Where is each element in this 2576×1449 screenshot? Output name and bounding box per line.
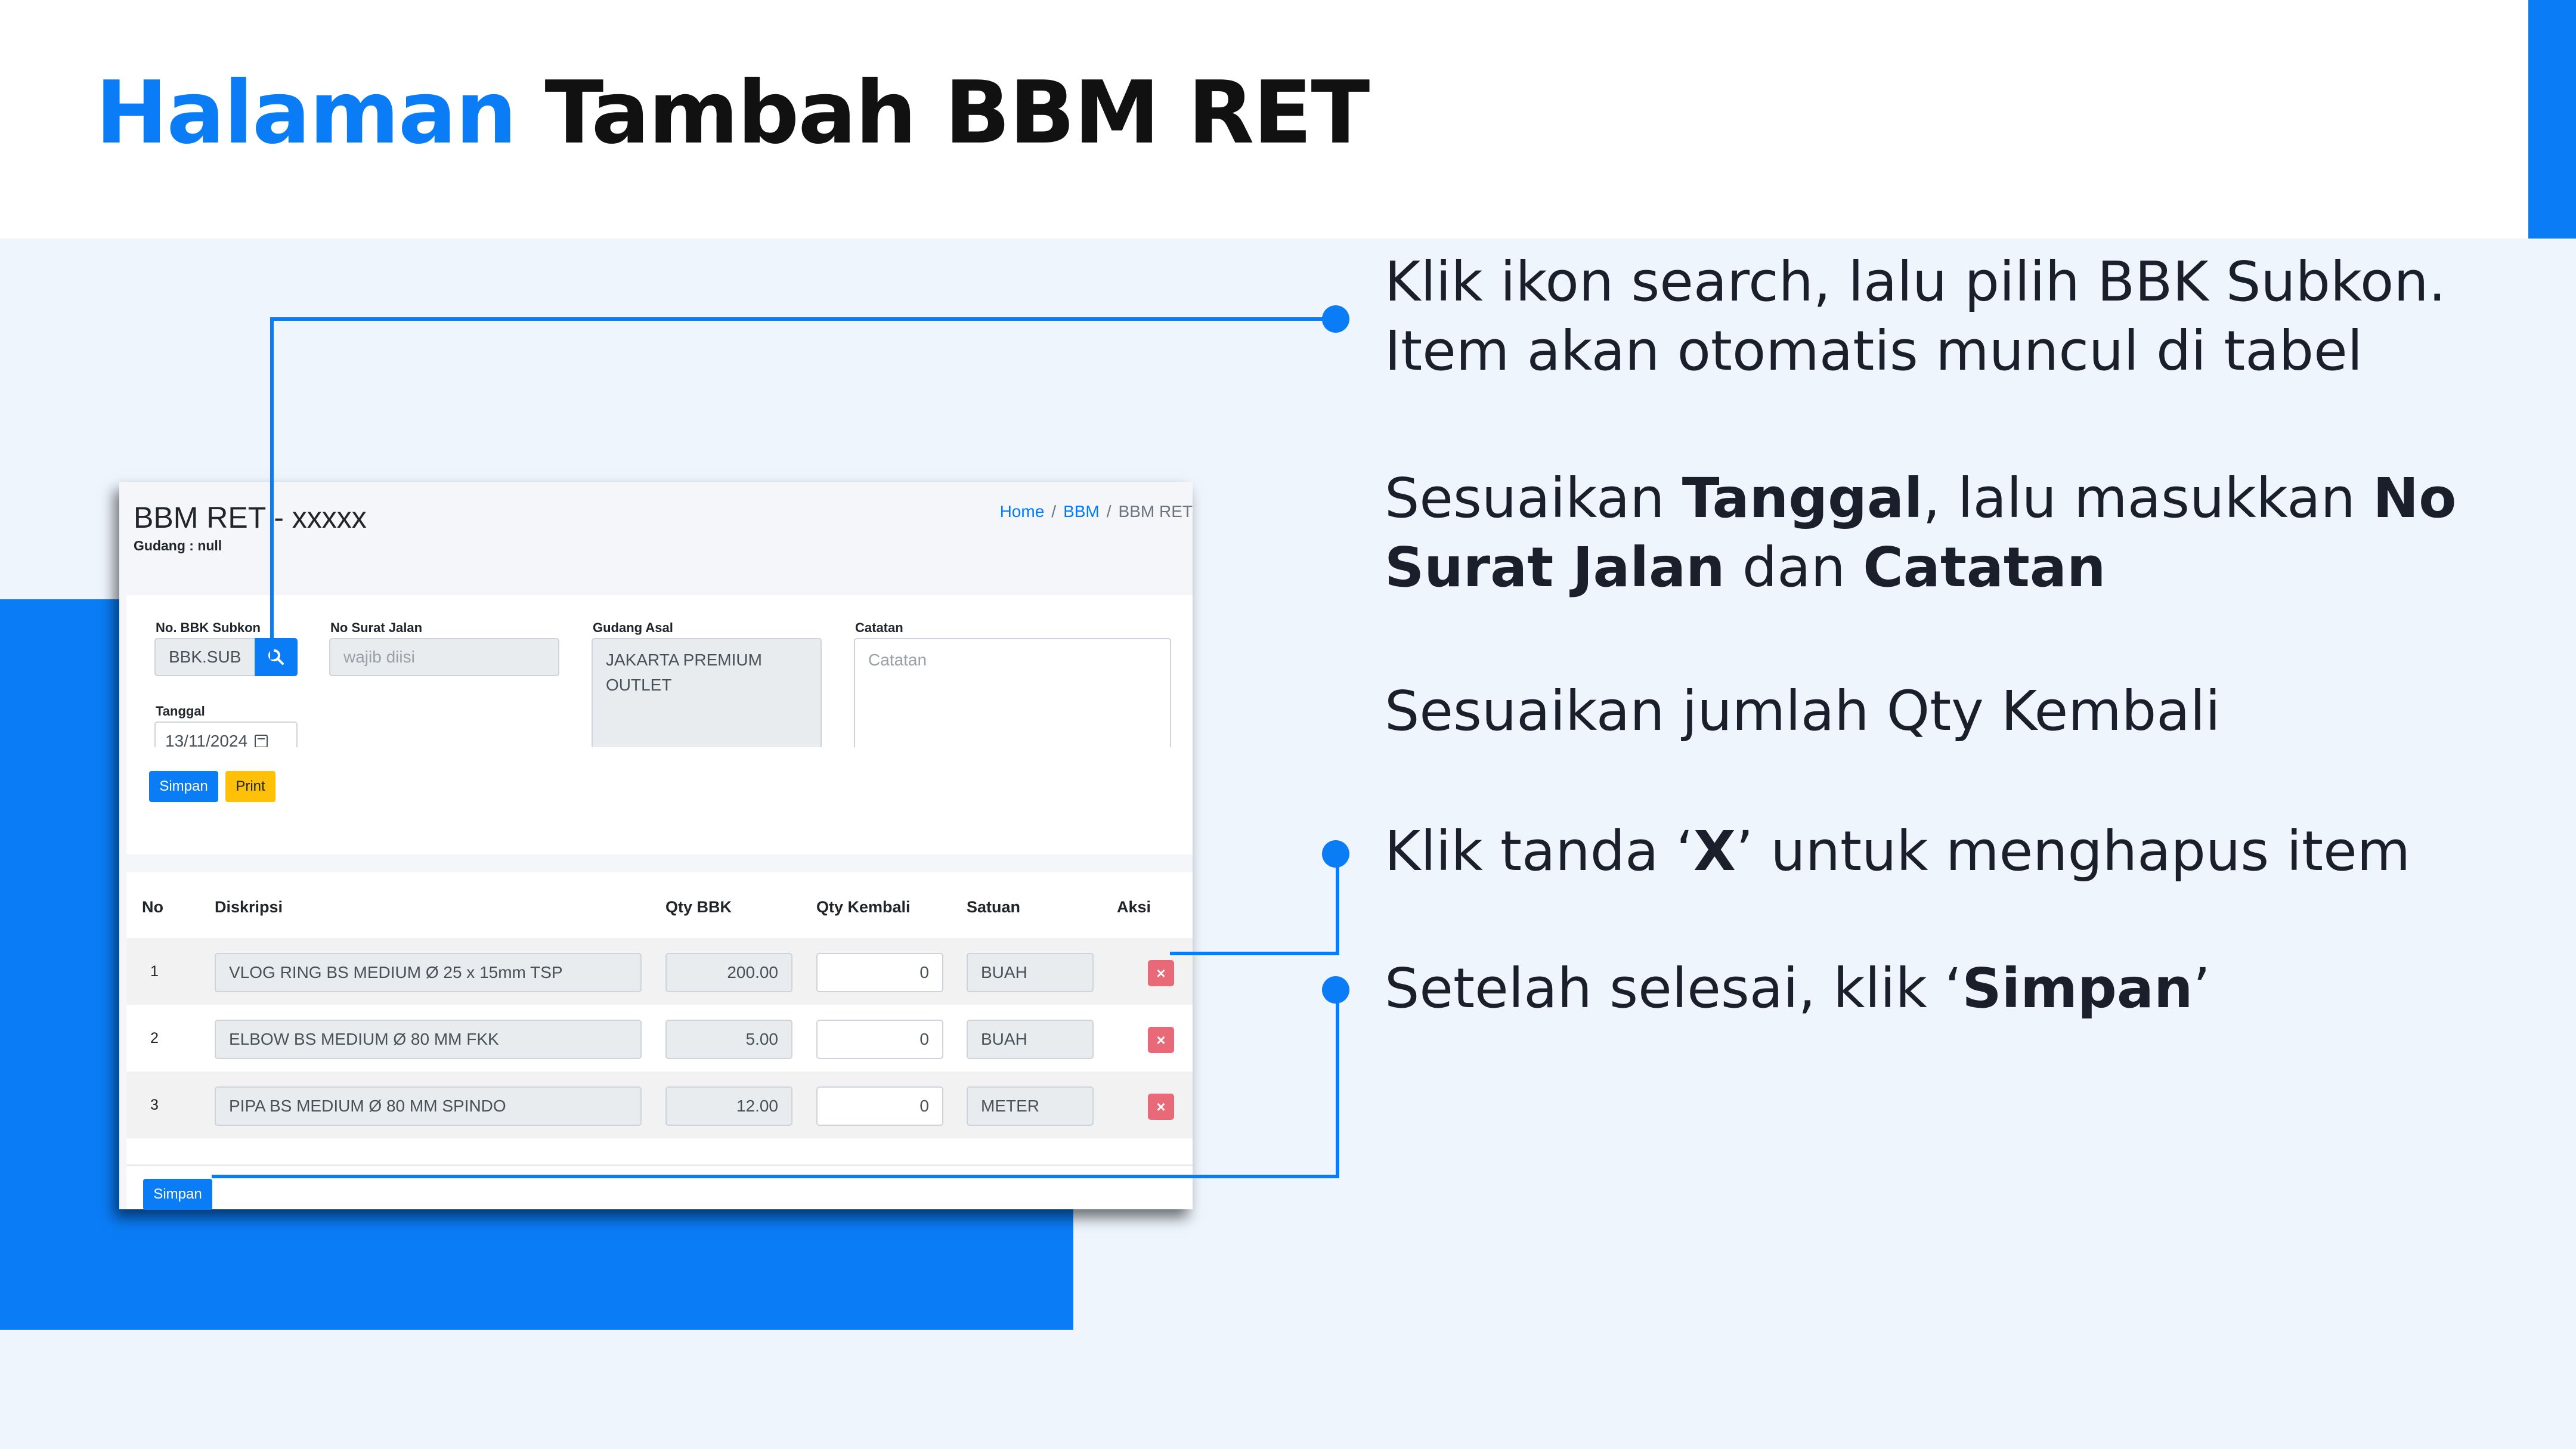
delete-item-button[interactable]: × bbox=[1148, 1094, 1174, 1120]
slide-title-rest: Tambah BBM RET bbox=[544, 63, 1370, 163]
row-satuan: METER bbox=[967, 1086, 1094, 1126]
catatan-label: Catatan bbox=[855, 620, 903, 635]
calendar-icon bbox=[255, 735, 268, 748]
footer-simpan-button[interactable]: Simpan bbox=[143, 1179, 212, 1210]
row-qty-bbk: 200.00 bbox=[665, 953, 792, 992]
app-screenshot: BBM RET - xxxxx Gudang : null Home / BBM / B… bbox=[119, 482, 1193, 1210]
connector-delete-vertical bbox=[1336, 854, 1339, 955]
gudang-asal-label: Gudang Asal bbox=[593, 620, 673, 635]
row-description: ELBOW BS MEDIUM Ø 80 MM FKK bbox=[215, 1020, 642, 1059]
items-table: No Diskripsi Qty BBK Qty Kembali Satuan … bbox=[126, 872, 1193, 1210]
instruction-search: Klik ikon search, lalu pilih BBK Subkon.… bbox=[1385, 247, 2446, 386]
page-title: BBM RET - xxxxx bbox=[134, 501, 367, 534]
close-icon: × bbox=[1156, 1097, 1166, 1116]
table-row: 2 ELBOW BS MEDIUM Ø 80 MM FKK 5.00 0 BUA… bbox=[126, 1005, 1193, 1072]
no-surat-jalan-input[interactable]: wajib diisi bbox=[329, 638, 559, 676]
instruction-text: Klik tanda ‘ bbox=[1385, 819, 1693, 883]
row-number: 2 bbox=[150, 1030, 159, 1046]
row-qty-bbk: 5.00 bbox=[665, 1020, 792, 1059]
simpan-button[interactable]: Simpan bbox=[149, 771, 218, 802]
row-satuan: BUAH bbox=[967, 1020, 1094, 1059]
instruction-text: ’ untuk menghapus item bbox=[1735, 819, 2411, 883]
instruction-text: , lalu masukkan bbox=[1922, 466, 2373, 530]
instruction-tanggal: Sesuaikan Tanggal, lalu masukkan No Sura… bbox=[1385, 464, 2456, 602]
instruction-bold-catatan: Catatan bbox=[1863, 535, 2106, 599]
instruction-bold-x: X bbox=[1693, 819, 1736, 883]
th-diskripsi: Diskripsi bbox=[215, 898, 283, 916]
instruction-bold-no: No bbox=[2373, 466, 2457, 530]
delete-item-button[interactable]: × bbox=[1148, 1027, 1174, 1053]
no-surat-jalan-label: No Surat Jalan bbox=[330, 620, 423, 635]
close-icon: × bbox=[1156, 1030, 1166, 1049]
th-qty-kembali: Qty Kembali bbox=[816, 898, 911, 916]
form-card: No. BBK Subkon BBK.SUB No Surat Jalan wa… bbox=[126, 595, 1193, 780]
row-description: VLOG RING BS MEDIUM Ø 25 x 15mm TSP bbox=[215, 953, 642, 992]
instruction-text: Setelah selesai, klik ‘ bbox=[1385, 956, 1962, 1020]
instruction-search-line2: Item akan otomatis muncul di tabel bbox=[1385, 319, 2363, 383]
row-number: 1 bbox=[150, 963, 159, 980]
instruction-qty: Sesuaikan jumlah Qty Kembali bbox=[1385, 679, 2221, 743]
search-bbk-button[interactable] bbox=[255, 638, 298, 676]
close-icon: × bbox=[1156, 964, 1166, 982]
connector-search-horizontal bbox=[270, 317, 1336, 321]
form-actions: Simpan Print bbox=[126, 747, 1193, 854]
slide-title-highlight: Halaman bbox=[95, 63, 517, 163]
tanggal-label: Tanggal bbox=[156, 704, 205, 719]
no-bbk-label: No. BBK Subkon bbox=[156, 620, 261, 635]
table-row: 1 VLOG RING BS MEDIUM Ø 25 x 15mm TSP 20… bbox=[126, 938, 1193, 1005]
no-bbk-input[interactable]: BBK.SUB bbox=[154, 638, 256, 676]
instruction-text: ’ bbox=[2193, 956, 2210, 1020]
row-number: 3 bbox=[150, 1097, 159, 1113]
table-row: 3 PIPA BS MEDIUM Ø 80 MM SPINDO 12.00 0 … bbox=[126, 1072, 1193, 1138]
instruction-bold-surat-jalan: Surat Jalan bbox=[1385, 535, 1725, 599]
row-qty-kembali-input[interactable]: 0 bbox=[816, 1020, 943, 1059]
accent-bar bbox=[2528, 0, 2576, 239]
connector-dot-search bbox=[1322, 305, 1349, 333]
row-description: PIPA BS MEDIUM Ø 80 MM SPINDO bbox=[215, 1086, 642, 1126]
row-qty-kembali-input[interactable]: 0 bbox=[816, 953, 943, 992]
connector-simpan-horizontal bbox=[212, 1175, 1339, 1178]
table-footer-divider bbox=[126, 1165, 1193, 1166]
th-aksi: Aksi bbox=[1117, 898, 1151, 916]
print-button[interactable]: Print bbox=[225, 771, 275, 802]
breadcrumb-bbm[interactable]: BBM bbox=[1063, 502, 1100, 521]
instruction-text: dan bbox=[1724, 535, 1863, 599]
connector-dot-delete bbox=[1322, 840, 1349, 868]
connector-delete-horizontal bbox=[1170, 952, 1339, 955]
breadcrumb-home[interactable]: Home bbox=[1000, 502, 1045, 521]
connector-simpan-vertical bbox=[1336, 990, 1339, 1178]
instruction-bold-simpan: Simpan bbox=[1962, 956, 2193, 1020]
connector-search-vertical bbox=[270, 317, 274, 660]
th-qty-bbk: Qty BBK bbox=[665, 898, 732, 916]
instruction-search-line1: Klik ikon search, lalu pilih BBK Subkon. bbox=[1385, 250, 2446, 314]
breadcrumb-current: BBM RET bbox=[1118, 502, 1193, 521]
connector-dot-simpan bbox=[1322, 976, 1349, 1004]
row-qty-kembali-input[interactable]: 0 bbox=[816, 1086, 943, 1126]
row-satuan: BUAH bbox=[967, 953, 1094, 992]
row-qty-bbk: 12.00 bbox=[665, 1086, 792, 1126]
delete-item-button[interactable]: × bbox=[1148, 960, 1174, 986]
page-subtitle: Gudang : null bbox=[134, 538, 222, 553]
instruction-text: Sesuaikan bbox=[1385, 466, 1682, 530]
instruction-simpan: Setelah selesai, klik ‘Simpan’ bbox=[1385, 954, 2210, 1023]
th-no: No bbox=[142, 898, 163, 916]
breadcrumb: Home / BBM / BBM RET bbox=[999, 502, 1193, 521]
slide-title: Halaman Tambah BBM RET bbox=[95, 60, 1370, 167]
page-header: BBM RET - xxxxx Gudang : null bbox=[134, 500, 367, 554]
instruction-delete: Klik tanda ‘X’ untuk menghapus item bbox=[1385, 817, 2410, 886]
th-satuan: Satuan bbox=[967, 898, 1021, 916]
instruction-bold-tanggal: Tanggal bbox=[1682, 466, 1923, 530]
